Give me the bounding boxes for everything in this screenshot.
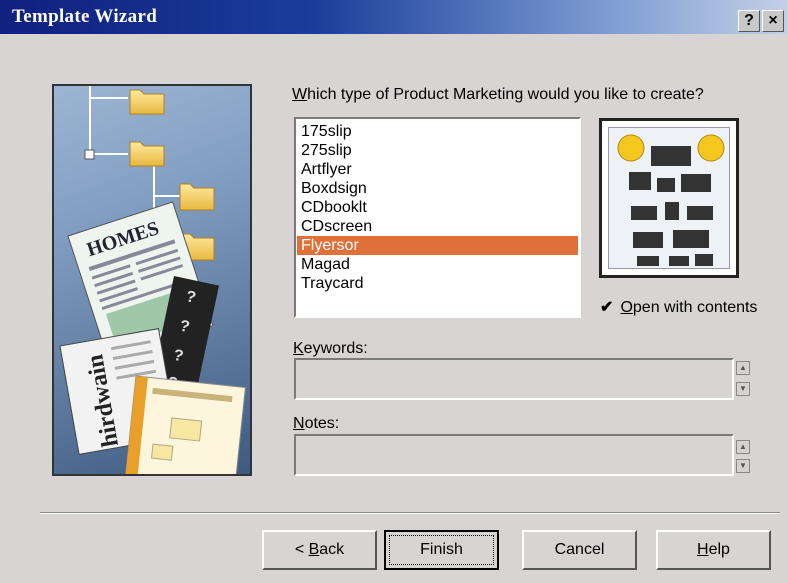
keywords-field[interactable]: [294, 358, 734, 400]
cancel-button[interactable]: Cancel: [522, 530, 637, 570]
notes-field[interactable]: [294, 434, 734, 476]
close-button[interactable]: ×: [762, 10, 784, 32]
finish-button[interactable]: Finish: [384, 530, 499, 570]
help-button[interactable]: Help: [656, 530, 771, 570]
template-preview: [599, 118, 739, 278]
notes-label: Notes:: [293, 415, 340, 432]
notes-scroll-up-icon[interactable]: ▲: [736, 440, 750, 454]
template-list-item[interactable]: Traycard: [297, 274, 578, 293]
preview-thumbnail: [617, 134, 725, 266]
title-bar: Template Wizard ? ×: [0, 0, 787, 34]
checkmark-icon: ✔: [600, 299, 614, 316]
template-listbox[interactable]: 175slip 275slip Artflyer Boxdsign CDbooklt CD…: [294, 117, 581, 318]
template-list-item[interactable]: CDbooklt: [297, 198, 578, 217]
template-list-item[interactable]: Boxdsign: [297, 179, 578, 198]
folder-tree-illustration: HOMES ???? hirdwain: [59, 86, 246, 474]
open-with-contents-checkbox[interactable]: ✔ Open with contents: [600, 297, 757, 317]
notes-scroll-down-icon[interactable]: ▼: [736, 459, 750, 473]
template-type-prompt: Which type of Product Marketing would yo…: [292, 86, 704, 103]
keywords-scroll-down-icon[interactable]: ▼: [736, 382, 750, 396]
template-list-item[interactable]: Flyersor: [297, 236, 578, 255]
template-list-item[interactable]: CDscreen: [297, 217, 578, 236]
template-list-item[interactable]: Magad: [297, 255, 578, 274]
template-list-item[interactable]: 275slip: [297, 141, 578, 160]
back-button[interactable]: < Back: [262, 530, 377, 570]
keywords-label: Keywords:: [293, 340, 368, 357]
keywords-scroll-up-icon[interactable]: ▲: [736, 361, 750, 375]
wizard-illustration: HOMES ???? hirdwain: [52, 84, 252, 476]
help-title-button[interactable]: ?: [738, 10, 760, 32]
template-list-item[interactable]: Artflyer: [297, 160, 578, 179]
window-title: Template Wizard: [12, 6, 158, 27]
button-divider: [40, 512, 780, 514]
open-with-contents-label: Open with contents: [620, 299, 758, 316]
template-list-item[interactable]: 175slip: [297, 122, 578, 141]
